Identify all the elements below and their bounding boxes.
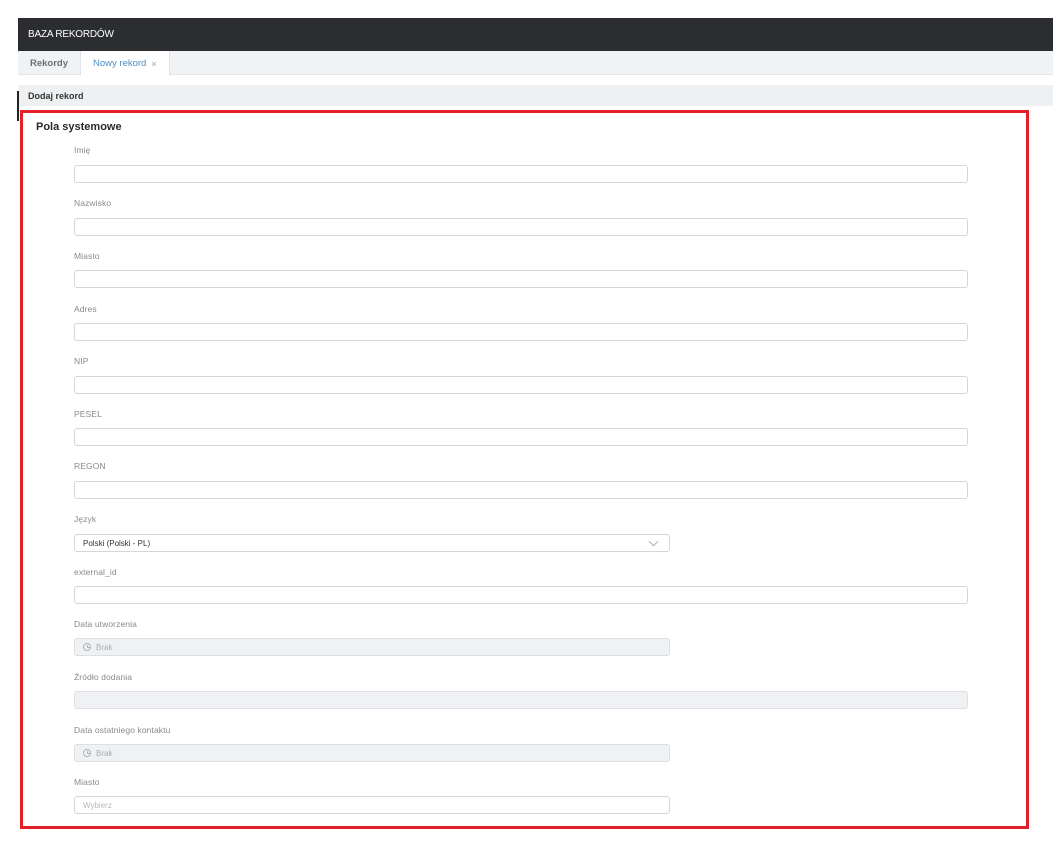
- jezyk-selected-value: Polski (Polski - PL): [83, 538, 151, 548]
- imie-label: Imię: [74, 145, 91, 155]
- nazwisko-label: Nazwisko: [74, 198, 112, 208]
- miasto-select-label: Miasto: [74, 777, 100, 787]
- imie-input[interactable]: [74, 165, 968, 183]
- miasto-select[interactable]: Wybierz: [74, 796, 670, 814]
- chevron-down-icon: [648, 536, 659, 547]
- miasto-select-placeholder: Wybierz: [83, 800, 112, 810]
- regon-input[interactable]: [74, 481, 968, 499]
- regon-label: REGON: [74, 461, 106, 471]
- zrodlo-dodania-label: Źródło dodania: [74, 672, 133, 682]
- clock-icon: [83, 643, 91, 651]
- nip-label: NIP: [74, 356, 89, 366]
- app-title: BAZA REKORDÓW: [28, 29, 114, 40]
- adres-input[interactable]: [74, 323, 968, 341]
- external-id-label: external_id: [74, 567, 117, 577]
- jezyk-select[interactable]: Polski (Polski - PL): [74, 534, 670, 552]
- tab-rekordy[interactable]: Rekordy: [18, 51, 82, 75]
- left-edge-marker: [17, 91, 19, 121]
- miasto-label: Miasto: [74, 251, 100, 261]
- data-utworzenia-label: Data utworzenia: [74, 619, 137, 629]
- data-utworzenia-field: Brak: [74, 638, 670, 656]
- form-header: Dodaj rekord: [18, 85, 1053, 106]
- tab-label: Rekordy: [30, 57, 69, 69]
- form-title: Dodaj rekord: [28, 90, 84, 101]
- section-title: Pola systemowe: [36, 121, 122, 133]
- data-ostatniego-kontaktu-field: Brak: [74, 744, 670, 762]
- jezyk-label: Język: [74, 514, 97, 524]
- clock-icon: [83, 749, 91, 757]
- pesel-label: PESEL: [74, 409, 102, 419]
- tab-bar: Rekordy Nowy rekord ×: [18, 51, 1053, 76]
- app-header: BAZA REKORDÓW: [18, 18, 1053, 51]
- tab-nowy-rekord[interactable]: Nowy rekord ×: [81, 51, 170, 76]
- close-icon[interactable]: ×: [151, 59, 156, 69]
- nazwisko-input[interactable]: [74, 218, 968, 236]
- data-utworzenia-value: Brak: [96, 642, 113, 652]
- external-id-input[interactable]: [74, 586, 968, 604]
- zrodlo-dodania-input: [74, 691, 968, 709]
- data-ostatniego-kontaktu-label: Data ostatniego kontaktu: [74, 725, 171, 735]
- nip-input[interactable]: [74, 376, 968, 394]
- tab-label: Nowy rekord: [93, 58, 147, 69]
- adres-label: Adres: [74, 304, 97, 314]
- pesel-input[interactable]: [74, 428, 968, 446]
- miasto-input[interactable]: [74, 270, 968, 288]
- data-ostatniego-kontaktu-value: Brak: [96, 748, 113, 758]
